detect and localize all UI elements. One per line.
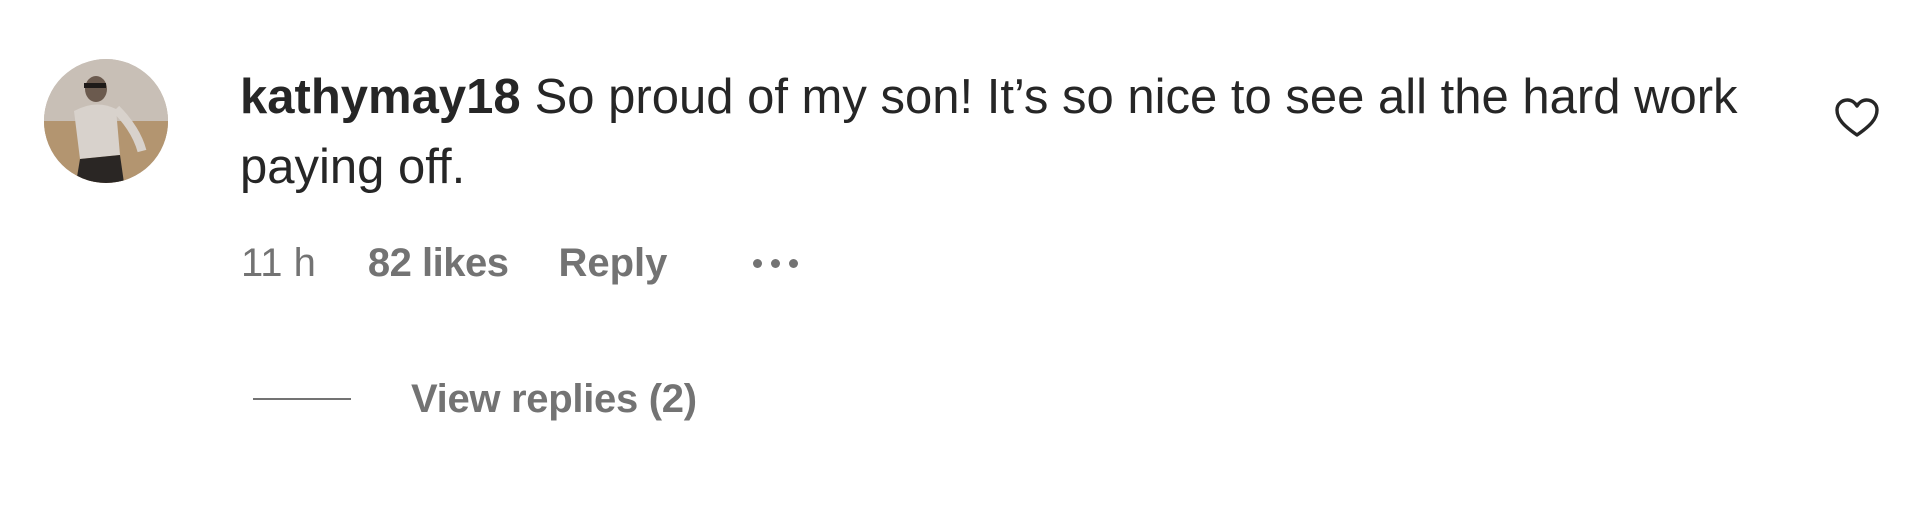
comment-body: kathymay18 So proud of my son! It’s so ni… — [240, 62, 1800, 202]
view-replies-label: View replies (2) — [411, 376, 697, 421]
more-options-icon[interactable] — [753, 249, 799, 278]
avatar-photo — [44, 59, 168, 183]
view-replies-button[interactable]: View replies (2) — [253, 372, 697, 426]
avatar[interactable] — [44, 59, 168, 183]
more-dot — [771, 258, 781, 268]
comment-username[interactable]: kathymay18 — [240, 70, 521, 124]
heart-outline-icon[interactable] — [1834, 97, 1880, 139]
comment-meta: 11 h 82 likes Reply — [241, 236, 799, 290]
likes-count[interactable]: 82 likes — [368, 241, 509, 286]
reply-button[interactable]: Reply — [558, 241, 667, 286]
replies-divider-line — [253, 398, 351, 400]
more-dot — [753, 258, 763, 268]
comment-time: 11 h — [241, 240, 316, 285]
more-dot — [789, 258, 799, 268]
